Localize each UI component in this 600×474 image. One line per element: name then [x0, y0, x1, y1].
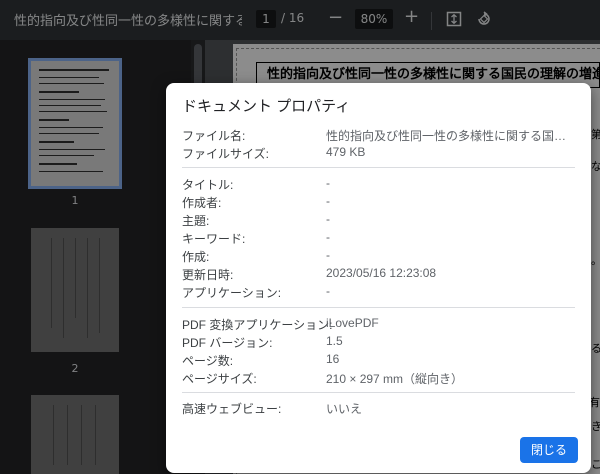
property-row-keywords: キーワード: -: [182, 230, 577, 247]
property-value: iLovePDF: [326, 316, 379, 330]
property-value: -: [326, 176, 330, 190]
property-value: -: [326, 194, 330, 208]
property-row-pdf-version: PDF バージョン: 1.5: [182, 334, 577, 351]
property-label: ページサイズ:: [182, 372, 257, 386]
property-row-modified: 更新日時: 2023/05/16 12:23:08: [182, 266, 577, 283]
property-label: キーワード:: [182, 232, 246, 246]
section-divider: [182, 307, 575, 308]
property-value: -: [326, 284, 330, 298]
dialog-title: ドキュメント プロパティ: [182, 98, 351, 115]
property-label: 更新日時:: [182, 268, 234, 282]
property-value: いいえ: [326, 402, 363, 416]
property-label: アプリケーション:: [182, 286, 282, 300]
property-label: ファイル名:: [182, 129, 246, 143]
property-value: -: [326, 212, 330, 226]
property-value: 479 KB: [326, 145, 366, 159]
property-value: 210 × 297 mm（縦向き）: [326, 372, 464, 386]
property-label: 高速ウェブビュー:: [182, 402, 282, 416]
close-button[interactable]: 閉じる: [520, 437, 578, 463]
property-label: ファイルサイズ:: [182, 147, 269, 161]
property-row-file-size: ファイルサイズ: 479 KB: [182, 145, 577, 162]
property-row-page-size: ページサイズ: 210 × 297 mm（縦向き）: [182, 370, 577, 387]
property-row-application: アプリケーション: -: [182, 284, 577, 301]
property-value: -: [326, 248, 330, 262]
property-row-file-name: ファイル名: 性的指向及び性同一性の多様性に関する国民の理...: [182, 127, 577, 144]
property-row-created: 作成: -: [182, 248, 577, 265]
section-divider: [182, 167, 575, 168]
property-value: 1.5: [326, 334, 343, 348]
document-properties-dialog: ドキュメント プロパティ ファイル名: 性的指向及び性同一性の多様性に関する国民…: [166, 83, 591, 473]
property-label: PDF 変換アプリケーション:: [182, 318, 333, 332]
property-label: タイトル:: [182, 178, 234, 192]
property-row-pdf-producer: PDF 変換アプリケーション: iLovePDF: [182, 316, 577, 333]
property-row-title: タイトル: -: [182, 176, 577, 193]
property-row-subject: 主題: -: [182, 212, 577, 229]
property-value: 2023/05/16 12:23:08: [326, 266, 437, 280]
property-label: 主題:: [182, 214, 210, 228]
property-label: PDF バージョン:: [182, 336, 273, 350]
property-value: 16: [326, 352, 340, 366]
section-divider: [182, 392, 575, 393]
property-label: 作成者:: [182, 196, 222, 210]
property-value: -: [326, 230, 330, 244]
property-label: ページ数:: [182, 354, 234, 368]
property-value: 性的指向及び性同一性の多様性に関する国民の理...: [326, 129, 576, 143]
property-row-fast-web-view: 高速ウェブビュー: いいえ: [182, 400, 577, 417]
property-row-author: 作成者: -: [182, 194, 577, 211]
property-row-page-count: ページ数: 16: [182, 352, 577, 369]
property-label: 作成:: [182, 250, 210, 264]
